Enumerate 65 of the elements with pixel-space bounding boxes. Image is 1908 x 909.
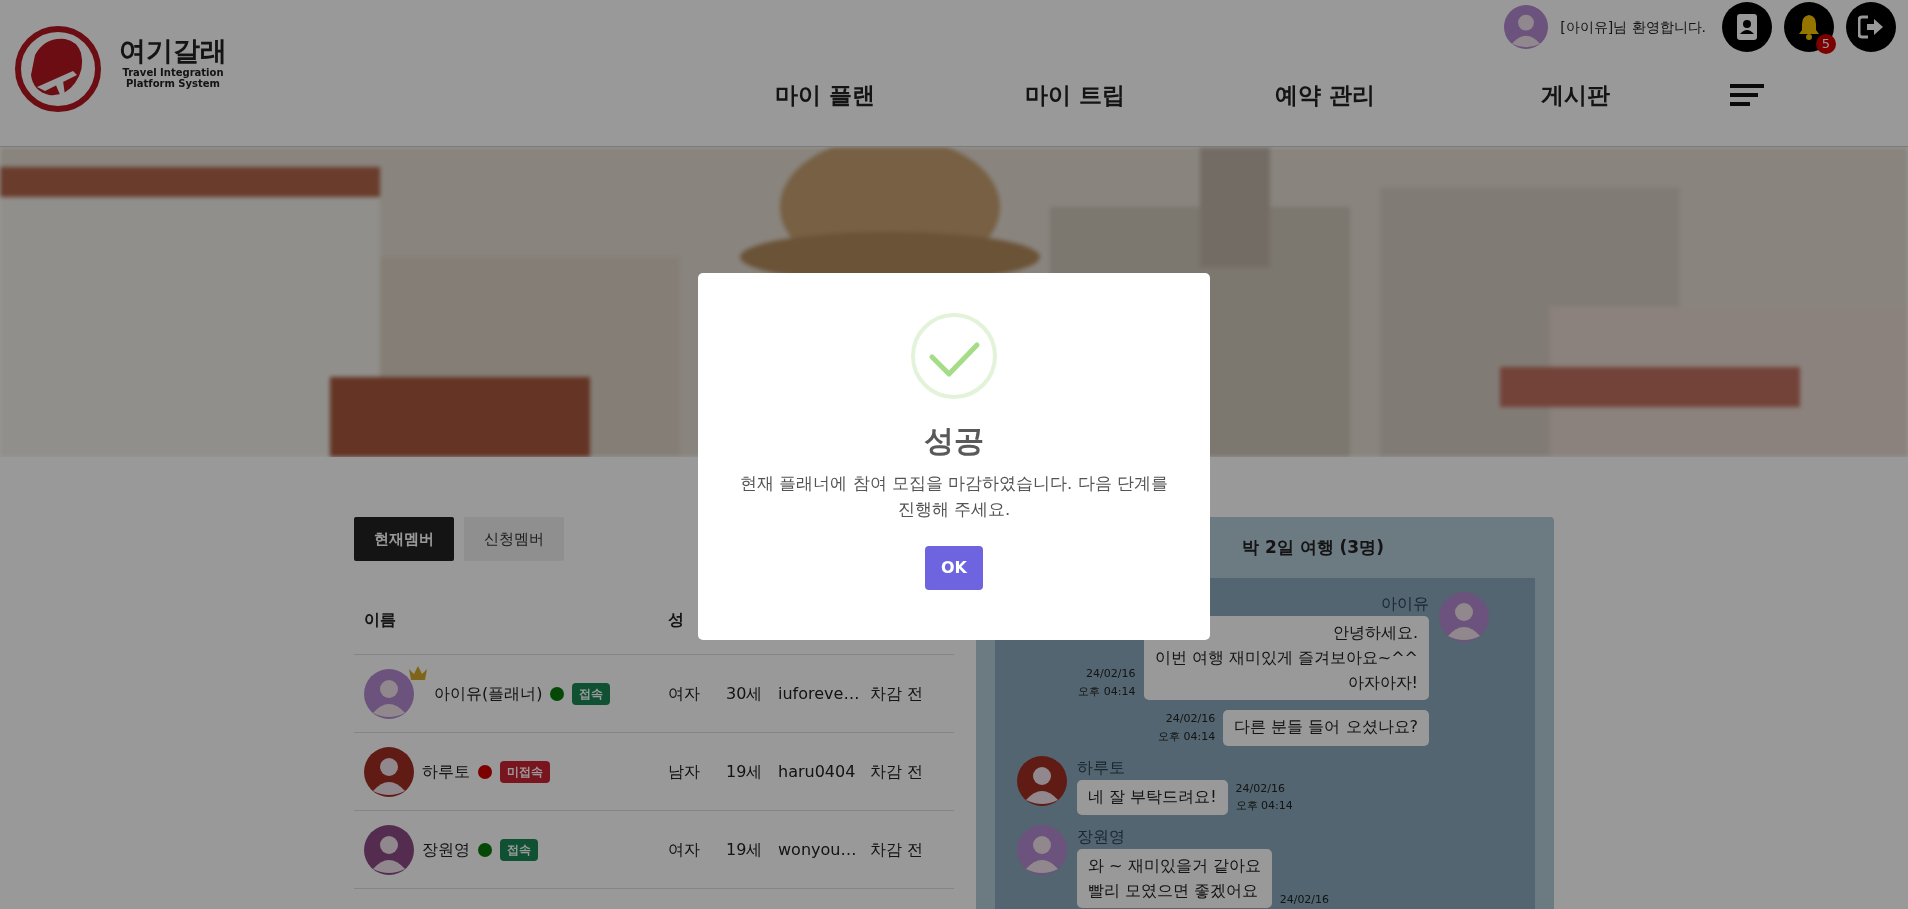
avatar — [364, 824, 414, 875]
sender-name: 하루토 — [1077, 756, 1125, 779]
table-cell-text: 19세 — [726, 760, 764, 783]
message-bubble: 와 ~ 재미있을거 같아요 빨리 모였으면 좋겠어요 — [1077, 848, 1272, 909]
tab[interactable]: 현재멤버 — [354, 517, 454, 561]
nav-link[interactable]: 게시판 — [1450, 78, 1700, 113]
welcome-text: [아이유]님 환영합니다. — [1560, 17, 1706, 37]
message-bubble: 네 잘 부탁드려요! — [1077, 779, 1228, 815]
avatar — [1504, 5, 1549, 49]
check-icon — [910, 312, 998, 400]
tab[interactable]: 신청멤버 — [464, 517, 564, 561]
avatar — [364, 668, 414, 719]
status-badge: 접속 — [572, 682, 611, 705]
message-date: 24/02/16 — [1085, 666, 1136, 683]
nav-link[interactable]: 마이 플랜 — [700, 78, 950, 113]
logout-button[interactable] — [1846, 2, 1896, 52]
logo-subtitle: Platform System — [125, 78, 220, 90]
table-cell-text: 여자 — [668, 838, 701, 861]
table-cell-text: 차감 전 — [870, 682, 925, 705]
member-name: 아이유(플래너) — [434, 682, 543, 705]
message-time: 오후 04:14 — [1158, 729, 1216, 745]
table-cell-text: haru0404 — [778, 760, 857, 783]
table-cell-text: 19세 — [726, 838, 764, 861]
avatar — [1017, 824, 1067, 875]
table-cell-text: 여자 — [668, 682, 701, 705]
logo-title: 여기갈래 — [119, 35, 227, 68]
logo-icon[interactable] — [15, 25, 101, 113]
nav-link[interactable]: 마이 트립 — [950, 78, 1200, 113]
status-badge: 미접속 — [500, 760, 550, 783]
table-cell-text: wonyou… — [778, 838, 858, 861]
dialog-message: 현재 플래너에 참여 모집을 마감하였습니다. 다음 단계를 진행해 주세요. — [739, 473, 1169, 522]
dialog-title: 성공 — [923, 422, 985, 460]
notification-button[interactable]: 5 — [1784, 2, 1834, 52]
bell-icon — [1798, 14, 1820, 40]
message-date: 24/02/16 — [1235, 780, 1286, 797]
table-cell-text: iuforeve… — [778, 682, 861, 705]
table-cell-text: 30세 — [726, 682, 764, 705]
logo-subtitle: Travel Integration — [121, 67, 225, 79]
chat-title: 박 2일 여행 (3명) — [1241, 535, 1385, 559]
notification-count: 5 — [1816, 34, 1836, 54]
member-name: 하루토 — [422, 760, 470, 783]
status-badge: 접속 — [500, 838, 538, 861]
logout-icon — [1858, 15, 1884, 39]
message-bubble: 안녕하세요. 이번 여행 재미있게 즐겨보아요~^^ 아자아자! — [1143, 616, 1429, 701]
sender-name: 아이유 — [1381, 593, 1429, 615]
table-cell-text: 차감 전 — [870, 760, 925, 783]
column-header: 성 — [668, 608, 685, 631]
address-book-icon — [1736, 14, 1758, 40]
message-time: 오후 04:14 — [1078, 683, 1136, 700]
table-cell-text: 남자 — [668, 760, 701, 783]
menu-icon[interactable] — [1730, 84, 1764, 107]
ok-button[interactable]: OK — [925, 545, 983, 590]
message-bubble: 다른 분들 들어 오셨나요? — [1223, 710, 1429, 746]
avatar — [364, 746, 414, 797]
nav-link[interactable]: 예약 관리 — [1200, 78, 1450, 113]
contacts-button[interactable] — [1722, 2, 1772, 52]
avatar — [1017, 755, 1067, 806]
sender-name: 장원영 — [1077, 825, 1125, 848]
member-name: 장원영 — [422, 838, 470, 861]
avatar — [1439, 592, 1489, 642]
table-cell-text: 차감 전 — [870, 838, 925, 861]
message-date: 24/02/16 — [1279, 891, 1330, 908]
column-header: 이름 — [363, 608, 397, 631]
message-date: 24/02/16 — [1164, 711, 1216, 728]
message-time: 오후 04:14 — [1235, 798, 1293, 815]
